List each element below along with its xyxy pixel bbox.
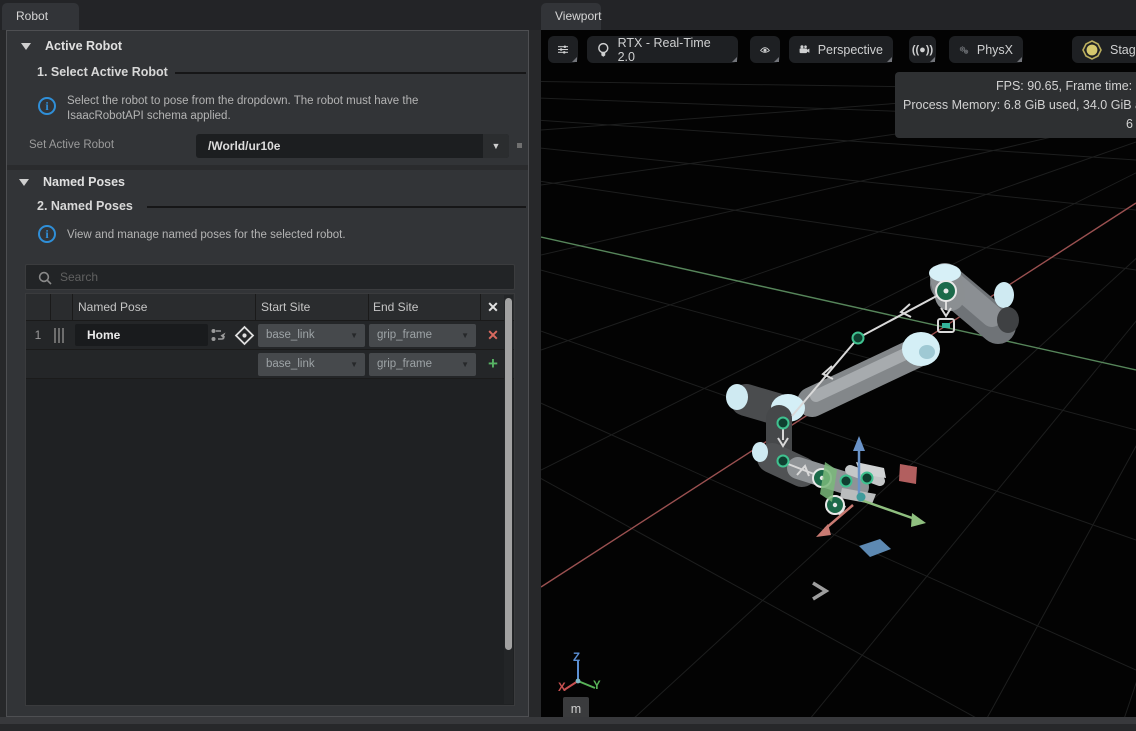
gizmo-y-arrow[interactable]	[861, 500, 915, 519]
new-end-site-dropdown[interactable]: grip_frame ▼	[369, 353, 476, 376]
active-robot-dropdown[interactable]: /World/ur10e ▼	[196, 134, 509, 158]
hud-stats-overlay: FPS: 90.65, Frame time: 1 Process Memory…	[895, 72, 1136, 138]
col-separator	[368, 294, 369, 321]
hud-extra-line: 6	[1126, 117, 1133, 131]
camera-button[interactable]: Perspective	[789, 36, 893, 63]
select-active-robot-step-title: 1. Select Active Robot	[37, 65, 168, 79]
dropdown-arrow-button[interactable]: ▼	[483, 134, 509, 158]
table-row: 1 base_link ▼ grip_frame ▼ ✕	[26, 321, 514, 350]
col-separator	[72, 294, 73, 321]
col-separator	[50, 294, 51, 321]
info-icon: i	[38, 225, 56, 243]
drag-handle[interactable]	[54, 328, 68, 343]
named-poses-table: Named Pose Start Site End Site ✕ 1 base_…	[25, 293, 515, 706]
col-separator	[255, 294, 256, 321]
physics-label: PhysX	[977, 43, 1013, 57]
start-site-value: base_link	[266, 353, 315, 376]
named-poses-section-title: Named Poses	[43, 175, 125, 189]
chevron-down-icon: ▼	[350, 324, 358, 347]
pose-name-input[interactable]	[75, 324, 208, 346]
site-marker-grip-frame[interactable]	[942, 323, 950, 328]
window-tab-bar: Robot Poser Viewport	[0, 0, 1136, 30]
end-site-value: grip_frame	[377, 353, 432, 376]
named-poses-step-title: 2. Named Poses	[37, 199, 133, 213]
search-icon	[38, 271, 52, 285]
renderer-button[interactable]: RTX - Real-Time 2.0	[587, 36, 738, 63]
lightbulb-icon	[597, 42, 610, 58]
axis-y-label: Y	[593, 680, 601, 692]
start-site-value: base_link	[266, 324, 315, 347]
chevron-right-icon[interactable]	[813, 583, 826, 599]
active-robot-info-text: Select the robot to pose from the dropdo…	[67, 94, 467, 124]
row-index: 1	[26, 321, 50, 350]
set-active-robot-label: Set Active Robot	[29, 139, 114, 151]
step1-rule	[175, 72, 526, 74]
chevron-down-icon: ▼	[492, 141, 501, 151]
camera-label: Perspective	[818, 43, 883, 57]
new-start-site-dropdown[interactable]: base_link ▼	[258, 353, 365, 376]
tab-robot-poser[interactable]: Robot Poser	[2, 3, 79, 30]
table-header-row: Named Pose Start Site End Site ✕	[26, 294, 514, 321]
table-scrollbar	[504, 295, 513, 704]
end-site-dropdown[interactable]: grip_frame ▼	[369, 324, 476, 347]
axis-x-label: X	[558, 682, 566, 694]
renderer-label: RTX - Real-Time 2.0	[618, 36, 728, 64]
delete-pose-button[interactable]: ✕	[481, 323, 505, 347]
tab-viewport[interactable]: Viewport	[541, 3, 601, 30]
live-sync-icon: ((●))	[912, 44, 933, 56]
named-poses-info-text: View and manage named poses for the sele…	[67, 228, 487, 243]
stage-lights-label: Stag	[1110, 43, 1136, 57]
end-site-value: grip_frame	[377, 324, 432, 347]
info-icon: i	[38, 97, 56, 115]
hud-memory-line: Process Memory: 6.8 GiB used, 34.0 GiB a	[903, 98, 1136, 112]
collapse-arrow-icon	[21, 43, 31, 50]
window-bottom-edge	[0, 717, 1136, 724]
viewport-panel: RTX - Real-Time 2.0 Perspective ((●)) Ph	[541, 30, 1136, 722]
active-robot-collapse-header[interactable]: Active Robot	[21, 39, 421, 55]
section-divider	[7, 165, 528, 170]
column-header-named-pose: Named Pose	[78, 294, 147, 321]
chevron-down-icon: ▼	[461, 353, 469, 376]
live-sync-button[interactable]: ((●))	[909, 36, 936, 63]
start-site-dropdown[interactable]: base_link ▼	[258, 324, 365, 347]
camera-icon	[799, 42, 810, 57]
eye-icon	[760, 44, 770, 56]
chevron-down-icon: ▼	[350, 353, 358, 376]
move-to-pose-icon[interactable]	[234, 325, 255, 346]
gizmo-origin-handle[interactable]	[857, 493, 866, 502]
chevron-down-icon: ▼	[461, 324, 469, 347]
column-header-start-site: Start Site	[261, 294, 310, 321]
sliders-icon	[558, 42, 568, 57]
tab-viewport-label: Viewport	[555, 9, 601, 23]
update-pose-icon[interactable]	[210, 327, 228, 344]
window-bottom-bar	[0, 724, 1136, 731]
new-pose-row: base_link ▼ grip_frame ▼ +	[26, 350, 514, 379]
search-input[interactable]	[60, 265, 500, 289]
robot-poser-panel: Active Robot 1. Select Active Robot i Se…	[6, 30, 529, 717]
default-value-dot-icon[interactable]	[517, 143, 522, 148]
gears-icon	[959, 41, 969, 59]
column-header-end-site: End Site	[373, 294, 418, 321]
collapse-arrow-icon	[19, 179, 29, 186]
named-poses-collapse-header[interactable]: Named Poses	[19, 175, 419, 191]
gizmo-plane-handle-blue[interactable]	[859, 539, 891, 557]
visibility-button[interactable]	[750, 36, 780, 63]
pose-search-box	[25, 264, 515, 290]
viewport-settings-button[interactable]	[548, 36, 578, 63]
stage-lights-button[interactable]: Stag	[1072, 36, 1136, 63]
clear-all-poses-button[interactable]: ✕	[481, 295, 505, 319]
step2-rule	[147, 206, 526, 208]
active-robot-dropdown-value: /World/ur10e	[208, 134, 280, 158]
gizmo-plane-handle-red[interactable]	[899, 464, 917, 484]
active-robot-section-title: Active Robot	[45, 39, 122, 53]
stage-light-icon	[1082, 40, 1102, 60]
add-pose-button[interactable]: +	[481, 352, 505, 376]
axis-z-label: Z	[573, 652, 580, 664]
physics-button[interactable]: PhysX	[949, 36, 1023, 63]
scrollbar-thumb[interactable]	[505, 298, 512, 650]
hud-fps-line: FPS: 90.65, Frame time: 1	[996, 79, 1136, 93]
